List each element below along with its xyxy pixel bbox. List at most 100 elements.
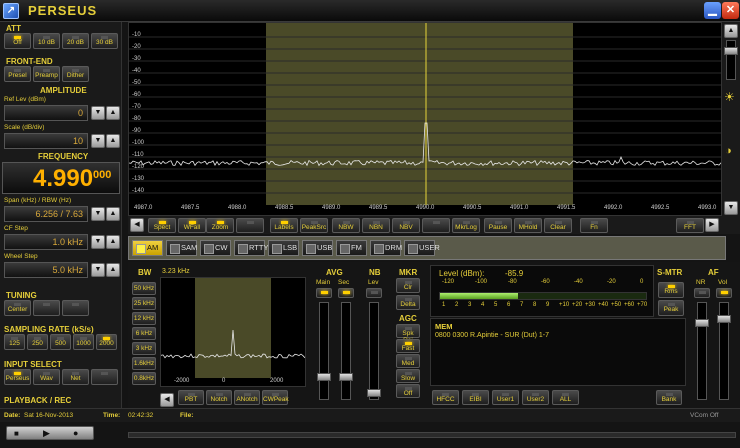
nb-toggle[interactable] bbox=[366, 288, 382, 298]
filter-button-1[interactable]: Notch bbox=[206, 390, 232, 405]
zoom-slider[interactable] bbox=[724, 40, 738, 80]
brightness-icon[interactable]: ☀ bbox=[724, 90, 735, 104]
scale-down-button[interactable]: ▼ bbox=[91, 134, 105, 148]
avg-main-thumb[interactable] bbox=[317, 373, 331, 381]
filter-button-2[interactable]: ANotch bbox=[234, 390, 260, 405]
att-button-0[interactable]: Off bbox=[4, 33, 31, 49]
ref-down-button[interactable]: ▼ bbox=[91, 106, 105, 120]
bw-button-4[interactable]: 3 kHz bbox=[132, 342, 156, 355]
input-button-0[interactable]: Perseus bbox=[4, 369, 31, 385]
mode-cw[interactable]: CW bbox=[200, 240, 231, 256]
sampling-button-1[interactable]: 250 bbox=[27, 334, 48, 350]
att-button-3[interactable]: 30 dB bbox=[91, 33, 118, 49]
volume-thumb[interactable] bbox=[717, 315, 731, 323]
tuning-button-0[interactable]: Center bbox=[4, 300, 31, 316]
nb-slider[interactable] bbox=[367, 302, 381, 400]
memory-button-1[interactable]: EIBI bbox=[462, 390, 489, 405]
scale-up-button[interactable]: ▲ bbox=[106, 134, 120, 148]
avg-main-toggle[interactable] bbox=[316, 288, 332, 298]
spectrum-button-14[interactable]: Fn bbox=[580, 218, 608, 233]
wheel-step-readout[interactable]: 5.0 kHz bbox=[4, 262, 88, 278]
volume-slider[interactable] bbox=[717, 302, 731, 400]
front-end-button-0[interactable]: Presel bbox=[4, 66, 31, 82]
memory-button-2[interactable]: User1 bbox=[492, 390, 519, 405]
sampling-button-0[interactable]: 125 bbox=[4, 334, 25, 350]
spectrum-display[interactable] bbox=[128, 22, 722, 216]
spectrum-button-15[interactable]: FFT bbox=[676, 218, 704, 233]
stop-icon[interactable]: ■ bbox=[14, 429, 19, 438]
filter-left-button[interactable]: ◀ bbox=[160, 393, 174, 407]
spectrum-button-6[interactable]: NBW bbox=[332, 218, 360, 233]
mode-am[interactable]: AM bbox=[132, 240, 163, 256]
close-button[interactable]: ✕ bbox=[722, 2, 739, 19]
agc-button-4[interactable]: Off bbox=[396, 384, 420, 398]
mode-drm[interactable]: DRM bbox=[370, 240, 402, 256]
play-icon[interactable]: ▶ bbox=[43, 428, 50, 439]
bw-button-5[interactable]: 1.6kHz bbox=[132, 357, 156, 370]
spectrum-button-0[interactable]: Spect bbox=[148, 218, 176, 233]
mode-rtty[interactable]: RTTY bbox=[234, 240, 268, 256]
scroll-down-button[interactable]: ▼ bbox=[724, 201, 738, 215]
spectrum-button-7[interactable]: NBN bbox=[362, 218, 390, 233]
cf-up-button[interactable]: ▲ bbox=[106, 235, 120, 249]
spectrum-button-13[interactable]: Clear bbox=[544, 218, 572, 233]
memory-button-0[interactable]: HFCC bbox=[432, 390, 459, 405]
ref-level-readout[interactable]: 0 bbox=[4, 105, 88, 121]
input-button-3[interactable] bbox=[91, 369, 118, 385]
mode-usb[interactable]: USB bbox=[302, 240, 333, 256]
mode-sam[interactable]: SAM bbox=[166, 240, 197, 256]
mode-fm[interactable]: FM bbox=[336, 240, 367, 256]
app-logo-icon[interactable]: ↗ bbox=[3, 3, 19, 19]
input-button-2[interactable]: Net bbox=[62, 369, 89, 385]
filter-button-3[interactable]: CWPeak bbox=[262, 390, 289, 405]
spectrum-button-4[interactable]: Labels bbox=[270, 218, 298, 233]
spectrum-button-8[interactable]: NBV bbox=[392, 218, 420, 233]
spectrum-button-10[interactable]: MkrLog bbox=[452, 218, 480, 233]
cf-down-button[interactable]: ▼ bbox=[91, 235, 105, 249]
bank-button[interactable]: Bank bbox=[656, 390, 682, 405]
spectrum-button-5[interactable]: PeakSrc bbox=[300, 218, 328, 233]
tune-right-button[interactable]: ▶ bbox=[705, 218, 719, 232]
cf-step-readout[interactable]: 1.0 kHz bbox=[4, 234, 88, 250]
marker-button-0[interactable]: Clr bbox=[396, 278, 420, 293]
att-button-1[interactable]: 10 dB bbox=[33, 33, 60, 49]
peak-button[interactable]: Peak bbox=[658, 300, 684, 316]
agc-button-0[interactable]: Spk Rej bbox=[396, 324, 420, 343]
nb-thumb[interactable] bbox=[367, 389, 381, 397]
spectrum-button-2[interactable]: Zoom bbox=[206, 218, 234, 233]
bw-button-2[interactable]: 12 kHz bbox=[132, 312, 156, 325]
bw-button-6[interactable]: 0.8kHz bbox=[132, 372, 156, 385]
marker-button-1[interactable]: Delta bbox=[396, 295, 420, 310]
memory-button-4[interactable]: ALL bbox=[552, 390, 579, 405]
front-end-button-1[interactable]: Preamp bbox=[33, 66, 60, 82]
tuning-button-2[interactable] bbox=[62, 300, 89, 316]
nr-slider[interactable] bbox=[695, 302, 709, 400]
spectrum-button-1[interactable]: WFall bbox=[178, 218, 206, 233]
minimize-button[interactable]: ▁ bbox=[704, 2, 721, 19]
spectrum-button-11[interactable]: Pause bbox=[484, 218, 512, 233]
scroll-up-button[interactable]: ▲ bbox=[724, 24, 738, 38]
tuning-button-1[interactable] bbox=[33, 300, 60, 316]
bw-button-3[interactable]: 6 kHz bbox=[132, 327, 156, 340]
nr-toggle[interactable] bbox=[694, 288, 710, 298]
record-icon[interactable]: ● bbox=[73, 428, 78, 438]
nr-thumb[interactable] bbox=[695, 319, 709, 327]
avg-sec-slider[interactable] bbox=[339, 302, 353, 400]
frequency-display[interactable]: 4.990 000 bbox=[2, 162, 120, 194]
zoom-slider-thumb[interactable] bbox=[724, 47, 738, 55]
span-down-button[interactable]: ▼ bbox=[91, 207, 105, 221]
agc-button-2[interactable]: Med bbox=[396, 354, 420, 368]
filter-display[interactable] bbox=[160, 277, 306, 387]
vol-toggle[interactable] bbox=[716, 288, 732, 298]
memory-button-3[interactable]: User2 bbox=[522, 390, 549, 405]
rms-button[interactable]: Rms bbox=[658, 282, 684, 298]
wheel-up-button[interactable]: ▲ bbox=[106, 263, 120, 277]
spectrum-button-9[interactable] bbox=[422, 218, 450, 233]
sampling-button-4[interactable]: 2000 bbox=[96, 334, 117, 350]
playback-progress[interactable] bbox=[128, 432, 736, 438]
agc-button-1[interactable]: Fast bbox=[396, 339, 420, 353]
contrast-icon[interactable]: ◑ bbox=[725, 145, 732, 157]
sampling-button-3[interactable]: 1000 bbox=[73, 334, 94, 350]
tune-left-button[interactable]: ◀ bbox=[130, 218, 144, 232]
span-up-button[interactable]: ▲ bbox=[106, 207, 120, 221]
